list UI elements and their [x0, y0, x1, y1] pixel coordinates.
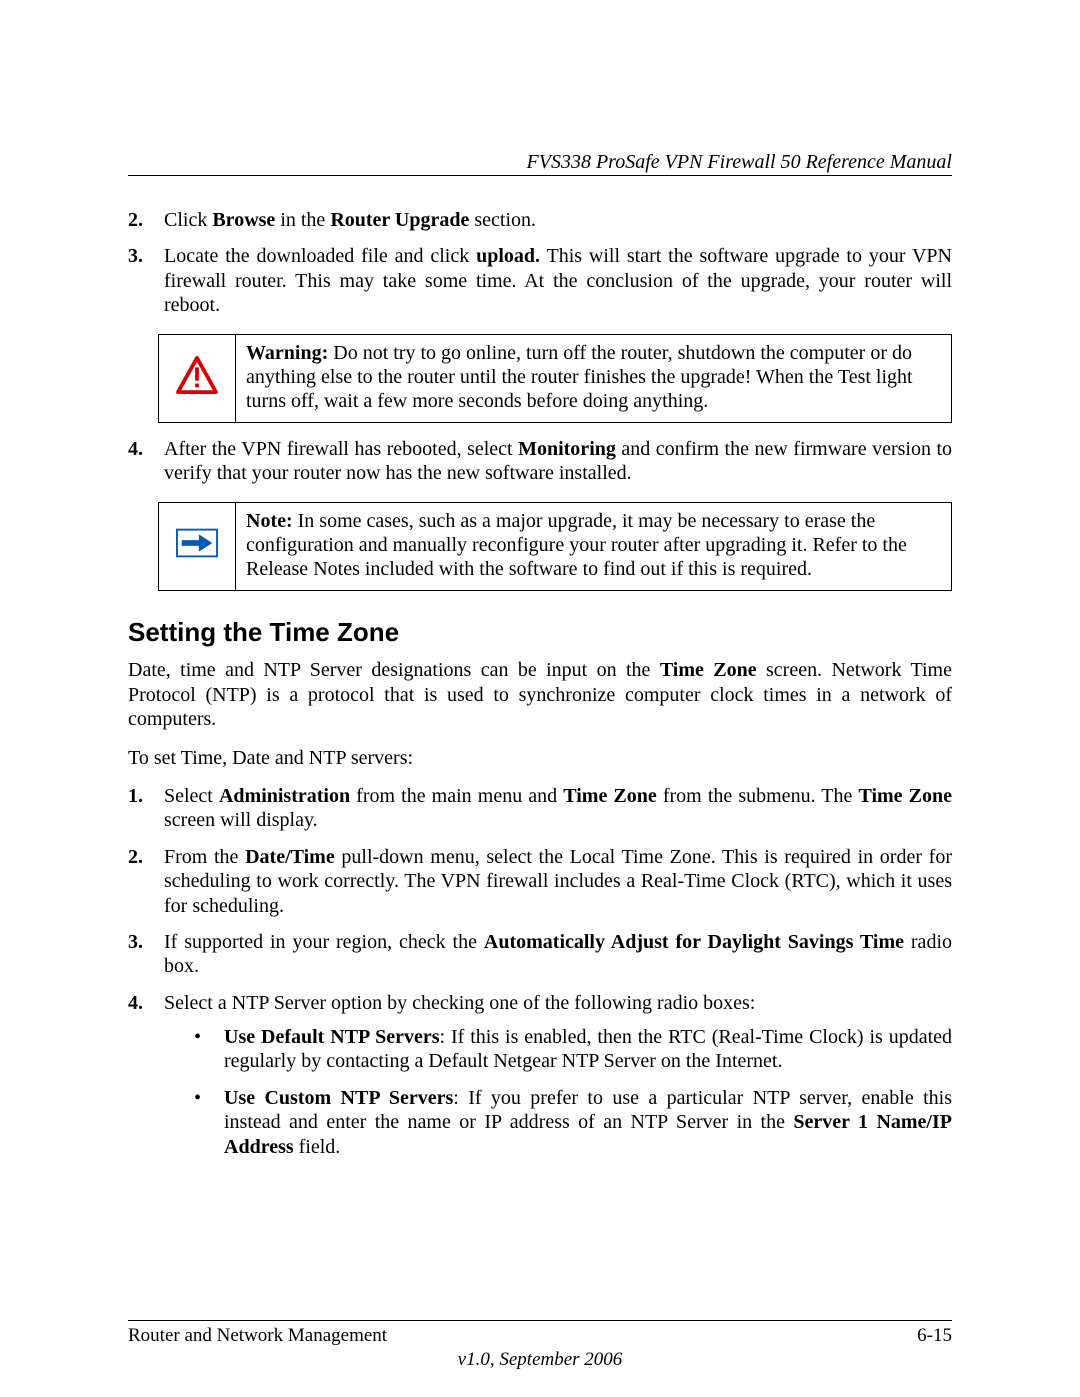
text: screen will display.: [164, 809, 318, 831]
upgrade-steps-continued: 2. Click Browse in the Router Upgrade se…: [128, 208, 952, 318]
text: from the main menu and: [350, 785, 563, 807]
text: After the VPN firewall has rebooted, sel…: [164, 438, 518, 460]
content-area: 2. Click Browse in the Router Upgrade se…: [128, 208, 952, 1159]
bold: Use Default NTP Servers: [224, 1026, 440, 1048]
bold: Use Custom NTP Servers: [224, 1087, 453, 1109]
bold: upload.: [476, 245, 540, 267]
text: Do not try to go online, turn off the ro…: [246, 342, 913, 413]
step-4: 4. After the VPN firewall has rebooted, …: [128, 437, 952, 486]
bold: Router Upgrade: [330, 209, 469, 231]
arrow-right-icon: [176, 528, 218, 564]
footer-page-number: 6-15: [917, 1324, 952, 1347]
upgrade-steps-after-warning: 4. After the VPN firewall has rebooted, …: [128, 437, 952, 486]
note-label: Note:: [246, 510, 293, 532]
text: In some cases, such as a major upgrade, …: [246, 510, 907, 581]
document-header-title: FVS338 ProSafe VPN Firewall 50 Reference…: [527, 150, 952, 174]
footer-rule: [128, 1320, 952, 1321]
warning-triangle-icon: [176, 356, 218, 400]
bold: Time Zone: [563, 785, 657, 807]
text: Date, time and NTP Server designations c…: [128, 659, 660, 681]
text: Select: [164, 785, 219, 807]
timezone-steps: 1. Select Administration from the main m…: [128, 784, 952, 1159]
footer-chapter-title: Router and Network Management: [128, 1324, 387, 1347]
text: in the: [275, 209, 330, 231]
note-icon-cell: [159, 503, 236, 590]
bold: Time Zone: [660, 659, 757, 681]
step-number: 1.: [128, 784, 143, 808]
text: From the: [164, 846, 245, 868]
footer-version: v1.0, September 2006: [0, 1348, 1080, 1371]
text: section.: [469, 209, 536, 231]
text: Select a NTP Server option by checking o…: [164, 992, 755, 1014]
header-rule: [128, 175, 952, 176]
bold: Date/Time: [245, 846, 335, 868]
text: If supported in your region, check the: [164, 931, 484, 953]
warning-icon-cell: [159, 335, 236, 422]
document-page: FVS338 ProSafe VPN Firewall 50 Reference…: [0, 0, 1080, 1397]
warning-label: Warning:: [246, 342, 328, 364]
ntp-option-default: Use Default NTP Servers: If this is enab…: [194, 1025, 952, 1074]
ntp-options-list: Use Default NTP Servers: If this is enab…: [164, 1025, 952, 1159]
warning-text: Warning: Do not try to go online, turn o…: [236, 335, 951, 422]
step-number: 2.: [128, 208, 143, 232]
tz-step-2: 2. From the Date/Time pull-down menu, se…: [128, 845, 952, 918]
ntp-option-custom: Use Custom NTP Servers: If you prefer to…: [194, 1086, 952, 1159]
bold: Administration: [219, 785, 350, 807]
step-number: 3.: [128, 244, 143, 268]
step-3: 3. Locate the downloaded file and click …: [128, 244, 952, 317]
note-text: Note: In some cases, such as a major upg…: [236, 503, 951, 590]
bold: Monitoring: [518, 438, 616, 460]
step-number: 4.: [128, 437, 143, 461]
bold: Browse: [212, 209, 275, 231]
text: Click: [164, 209, 212, 231]
intro-paragraph: Date, time and NTP Server designations c…: [128, 658, 952, 731]
text: field.: [294, 1136, 341, 1158]
bold: Time Zone: [858, 785, 952, 807]
section-heading-time-zone: Setting the Time Zone: [128, 617, 952, 649]
step-number: 3.: [128, 930, 143, 954]
step-2: 2. Click Browse in the Router Upgrade se…: [128, 208, 952, 232]
step-number: 4.: [128, 991, 143, 1015]
tz-step-3: 3. If supported in your region, check th…: [128, 930, 952, 979]
step-number: 2.: [128, 845, 143, 869]
text: from the submenu. The: [657, 785, 859, 807]
leadin-paragraph: To set Time, Date and NTP servers:: [128, 746, 952, 770]
text: Locate the downloaded file and click: [164, 245, 476, 267]
bold: Automatically Adjust for Daylight Saving…: [484, 931, 904, 953]
tz-step-1: 1. Select Administration from the main m…: [128, 784, 952, 833]
warning-callout: Warning: Do not try to go online, turn o…: [158, 334, 952, 423]
note-callout: Note: In some cases, such as a major upg…: [158, 502, 952, 591]
tz-step-4: 4. Select a NTP Server option by checkin…: [128, 991, 952, 1159]
